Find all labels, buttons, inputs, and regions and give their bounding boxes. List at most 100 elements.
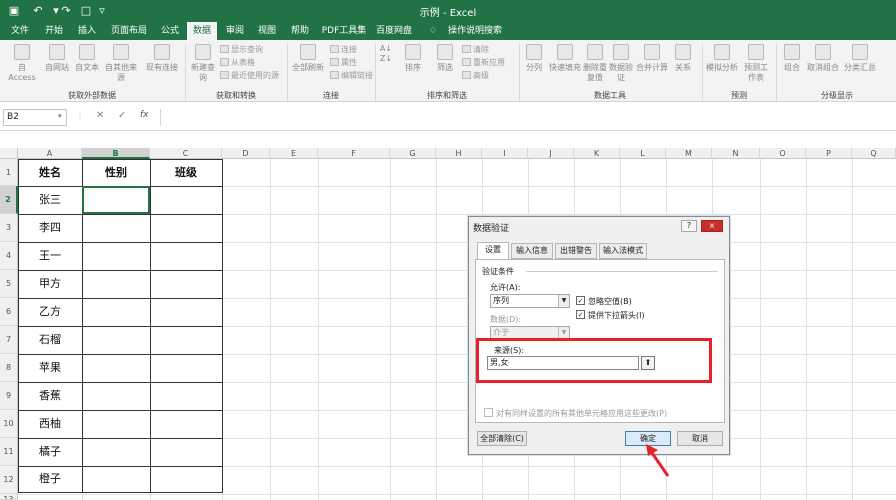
filter-button[interactable]: 筛选 [430,44,460,73]
row-header[interactable]: 11 [0,438,18,466]
sort-az-icon[interactable]: A↓ Z↓ [378,44,394,64]
row-header[interactable]: 6 [0,298,18,326]
name-cell[interactable]: 王一 [18,242,82,270]
edit-links-button[interactable]: 编辑链接 [330,70,373,81]
row-header[interactable]: 4 [0,242,18,270]
column-header[interactable]: F [318,148,390,159]
tab-page-layout[interactable]: 页面布局 [108,22,150,40]
what-if-analysis-button[interactable]: 模拟分析 [705,44,739,73]
from-table-button[interactable]: 从表格 [220,57,255,68]
ignore-blank-checkbox[interactable]: ✓ [576,296,585,305]
existing-connections-button[interactable]: 现有连接 [144,44,180,73]
column-header[interactable]: B [82,148,150,159]
from-access-button[interactable]: 自 Access [4,44,40,83]
recent-sources-button[interactable]: 最近使用的源 [220,70,279,81]
column-header[interactable]: O [760,148,806,159]
name-cell[interactable]: 橙子 [18,466,82,492]
header-cell-gender[interactable]: 性别 [82,159,150,186]
text-to-columns-button[interactable]: 分列 [522,44,546,73]
column-header[interactable]: H [436,148,482,159]
column-header[interactable]: I [482,148,528,159]
sort-button[interactable]: 排序 [398,44,428,73]
name-cell[interactable]: 甲方 [18,270,82,298]
insert-function-icon[interactable]: fx [140,110,149,120]
column-header[interactable]: C [150,148,222,159]
name-cell[interactable]: 张三 [18,186,82,214]
dropdown-checkbox[interactable]: ✓ [576,310,585,319]
allow-select[interactable]: 序列 ▼ [490,294,570,308]
tab-file[interactable]: 文件 [6,22,34,40]
chevron-down-icon[interactable]: ▼ [558,295,569,307]
connections-button[interactable]: 连接 [330,44,357,55]
subtotal-button[interactable]: 分类汇总 [842,44,878,73]
from-web-button[interactable]: 自网站 [42,44,72,73]
refresh-all-button[interactable]: 全部刷新 [290,44,326,73]
column-header[interactable]: N [712,148,760,159]
cancel-icon[interactable]: ✕ [96,110,104,121]
row-header[interactable]: 7 [0,326,18,354]
name-cell[interactable]: 西柚 [18,410,82,438]
advanced-filter-button[interactable]: 高级 [462,70,489,81]
flash-fill-button[interactable]: 快速填充 [547,44,583,73]
from-other-sources-button[interactable]: 自其他来源 [102,44,140,83]
apply-all-checkbox[interactable] [484,408,493,417]
reapply-button[interactable]: 重新应用 [462,57,505,68]
ungroup-button[interactable]: 取消组合 [805,44,841,73]
column-header[interactable]: D [222,148,270,159]
column-header[interactable]: A [18,148,82,159]
name-cell[interactable]: 乙方 [18,298,82,326]
data-validation-button[interactable]: 数据验证 [609,44,633,83]
header-cell-name[interactable]: 姓名 [18,159,82,186]
tab-insert[interactable]: 插入 [73,22,101,40]
tell-me-search[interactable]: 操作说明搜索 [442,22,508,40]
close-icon[interactable]: × [701,220,723,232]
header-cell-class[interactable]: 班级 [150,159,222,186]
tab-formulas[interactable]: 公式 [156,22,184,40]
row-header[interactable]: 12 [0,466,18,494]
tab-help[interactable]: 帮助 [286,22,314,40]
name-cell[interactable]: 石榴 [18,326,82,354]
name-cell[interactable]: 苹果 [18,354,82,382]
tab-input-message[interactable]: 输入信息 [511,243,553,259]
select-all-button[interactable] [0,148,18,159]
column-header[interactable]: G [390,148,436,159]
forecast-sheet-button[interactable]: 预测工作表 [741,44,771,83]
column-header[interactable]: K [574,148,620,159]
column-header[interactable]: M [666,148,712,159]
row-header[interactable]: 3 [0,214,18,242]
tab-ime-mode[interactable]: 输入法模式 [599,243,647,259]
clear-all-button[interactable]: 全部清除(C) [477,431,527,446]
column-header[interactable]: J [528,148,574,159]
column-header[interactable]: E [270,148,318,159]
formula-input[interactable] [160,109,896,126]
clear-filter-button[interactable]: 清除 [462,44,489,55]
row-header[interactable]: 1 [0,159,18,186]
column-header[interactable]: Q [852,148,896,159]
chevron-down-icon[interactable]: ▾ [58,112,62,120]
tab-error-alert[interactable]: 出错警告 [555,243,597,259]
tab-view[interactable]: 视图 [253,22,281,40]
tab-home[interactable]: 开始 [40,22,68,40]
properties-button[interactable]: 属性 [330,57,357,68]
from-text-button[interactable]: 自文本 [72,44,102,73]
new-query-button[interactable]: 新建查询 [188,44,218,83]
tab-settings[interactable]: 设置 [477,242,509,260]
column-header[interactable]: L [620,148,666,159]
show-queries-button[interactable]: 显示查询 [220,44,263,55]
remove-duplicates-button[interactable]: 删除重复值 [583,44,607,83]
tab-pdf-tools[interactable]: PDF工具集 [320,22,368,40]
selected-cell-b2[interactable] [82,186,150,214]
row-header[interactable]: 8 [0,354,18,382]
help-icon[interactable]: ? [681,220,697,232]
row-header[interactable]: 5 [0,270,18,298]
cancel-button[interactable]: 取消 [677,431,723,446]
name-cell[interactable]: 李四 [18,214,82,242]
consolidate-button[interactable]: 合并计算 [634,44,670,73]
row-header[interactable]: 2 [0,186,18,214]
group-button[interactable]: 组合 [780,44,804,73]
relationships-button[interactable]: 关系 [671,44,695,73]
tab-baidu-netdisk[interactable]: 百度网盘 [374,22,414,40]
tab-review[interactable]: 审阅 [221,22,249,40]
name-cell[interactable]: 香蕉 [18,382,82,410]
enter-icon[interactable]: ✓ [118,110,126,121]
